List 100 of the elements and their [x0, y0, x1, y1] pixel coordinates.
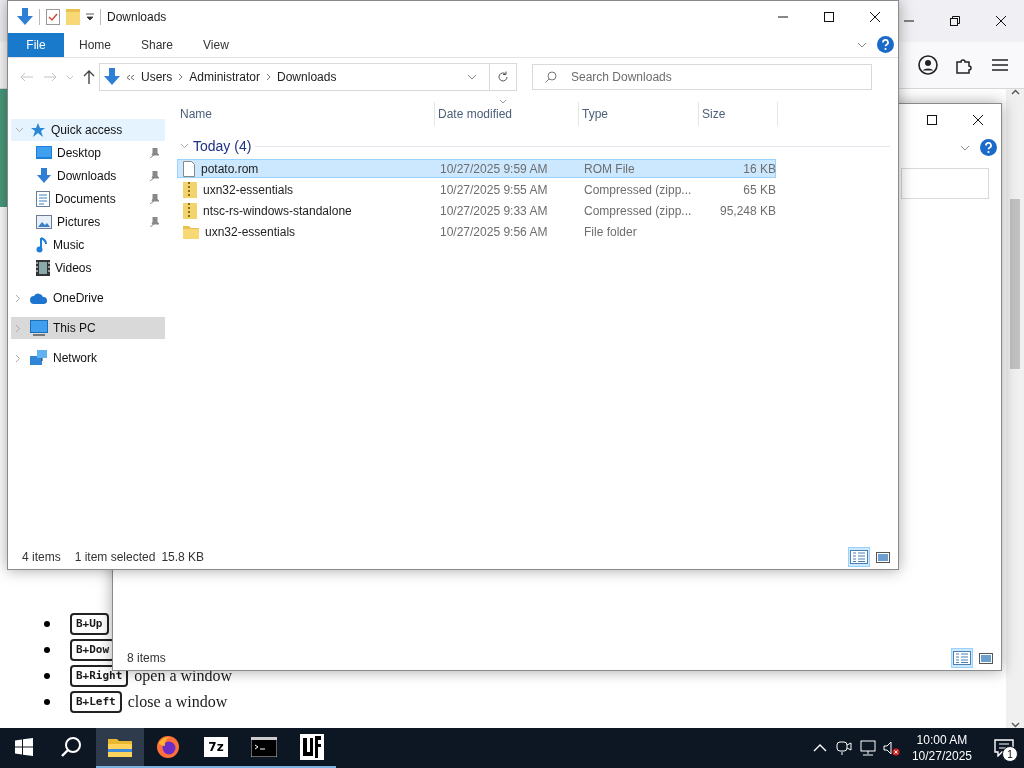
type-cell-text: ROM File — [583, 161, 636, 176]
details-view-button[interactable] — [951, 648, 973, 668]
up-arrow-icon[interactable] — [83, 70, 95, 84]
maximize-icon[interactable] — [824, 11, 834, 22]
help-icon[interactable] — [980, 139, 997, 156]
refresh-icon — [497, 71, 509, 83]
nav-item[interactable]: Music — [11, 234, 165, 256]
search-field[interactable]: Search Downloads — [532, 64, 872, 90]
nav-item[interactable]: Network — [11, 347, 165, 369]
maximize-icon[interactable] — [927, 114, 937, 125]
file-row[interactable]: potato.rom 10/27/2025 9:59 AM ROM File 16 KB — [177, 159, 776, 178]
nav-item[interactable]: Videos — [11, 257, 165, 279]
close-icon[interactable] — [996, 16, 1006, 26]
menu-icon[interactable] — [992, 59, 1008, 71]
item-count: 8 items — [127, 651, 166, 665]
nav-item[interactable]: Pictures — [11, 211, 165, 233]
chevron-right-icon — [178, 73, 184, 81]
dropdown-icon[interactable] — [86, 12, 94, 21]
details-view-icon — [953, 651, 971, 665]
group-header[interactable]: Today (4) — [193, 138, 252, 154]
clock[interactable]: 10:00 AM 10/27/2025 — [903, 732, 984, 764]
column-header[interactable]: Type — [579, 102, 699, 126]
breadcrumb[interactable]: Downloads — [277, 70, 337, 84]
chevron-down-icon[interactable] — [960, 144, 970, 151]
browser-icon — [156, 735, 180, 759]
shortcut-description: close a window — [127, 693, 228, 711]
size-cell-text: 65 KB — [742, 182, 777, 197]
close-icon[interactable] — [870, 11, 880, 22]
help-icon[interactable] — [877, 36, 894, 53]
type-cell-text: Compressed (zipp... — [583, 182, 693, 197]
size-cell-text: 16 KB — [742, 161, 777, 176]
network-icon — [30, 350, 48, 366]
app-logo-icon — [300, 734, 324, 760]
account-icon[interactable] — [918, 55, 938, 75]
file-name: uxn32-essentials — [203, 182, 294, 197]
column-header[interactable]: Date modified — [435, 102, 579, 126]
breadcrumb[interactable]: Users — [141, 70, 173, 84]
nav-item[interactable]: Documents — [11, 188, 165, 210]
double-chevron-icon — [126, 73, 135, 81]
nav-item[interactable]: This PC — [11, 317, 165, 339]
scrollbar-thumb[interactable] — [1010, 198, 1020, 369]
desktop-icon — [36, 146, 52, 160]
nav-item[interactable]: Downloads — [11, 165, 165, 187]
file-name: ntsc-rs-windows-standalone — [203, 203, 352, 218]
column-header[interactable]: Size — [699, 102, 778, 126]
star-icon — [30, 122, 46, 138]
window-title: Downloads — [106, 9, 168, 24]
cloud-icon — [30, 292, 48, 304]
file-name: uxn32-essentials — [205, 224, 296, 239]
restore-icon[interactable] — [950, 16, 960, 26]
details-view-button[interactable] — [848, 547, 870, 567]
document-icon — [36, 191, 50, 207]
scroll-up-icon[interactable] — [1010, 89, 1020, 95]
address-bar[interactable]: Users Administrator Downloads — [99, 63, 490, 91]
folder-app-button[interactable] — [96, 728, 144, 768]
file-row[interactable]: ntsc-rs-windows-standalone 10/27/2025 9:33 AM Compressed (zipp... 95,248 KB — [177, 201, 776, 220]
scroll-down-icon[interactable] — [1010, 722, 1020, 728]
notification-badge: 1 — [1002, 746, 1018, 762]
type-cell-text: File folder — [583, 224, 638, 239]
nav-item[interactable]: Desktop — [11, 142, 165, 164]
file-menu-button[interactable]: File — [8, 32, 64, 57]
close-icon[interactable] — [973, 114, 983, 125]
puzzle-piece-icon[interactable] — [955, 56, 973, 74]
folder-icon — [183, 224, 199, 239]
date-cell-text: 10/27/2025 9:33 AM — [439, 203, 549, 218]
ribbon-tab[interactable]: Home — [64, 32, 126, 57]
shortcut-description: open a window — [134, 667, 233, 685]
checklist-icon[interactable] — [46, 8, 60, 25]
ribbon-tab[interactable]: Share — [126, 32, 189, 57]
date-cell-text: 10/27/2025 9:55 AM — [439, 182, 549, 197]
bullet — [44, 621, 50, 627]
chevron-down-icon[interactable] — [467, 74, 477, 80]
refresh-button[interactable] — [490, 63, 517, 91]
key-label: B+Left — [70, 691, 122, 713]
breadcrumb[interactable]: Administrator — [189, 70, 261, 84]
nav-item[interactable]: Quick access — [11, 119, 165, 141]
muted-volume-icon[interactable] — [883, 740, 901, 756]
search-icon — [61, 736, 83, 758]
notifications-button[interactable]: 1 — [984, 728, 1024, 768]
bullet — [44, 699, 50, 705]
network-icon[interactable] — [858, 740, 877, 756]
camera-icon[interactable] — [835, 740, 852, 756]
column-header[interactable]: Name — [177, 102, 435, 126]
ribbon-tab[interactable]: View — [188, 32, 244, 57]
search-icon — [545, 71, 557, 83]
search-field[interactable] — [901, 167, 989, 199]
nav-item[interactable]: OneDrive — [11, 287, 165, 309]
file-row[interactable]: uxn32-essentials 10/27/2025 9:56 AM File folder — [177, 222, 776, 241]
music-note-icon — [36, 237, 48, 253]
archiver-app-button[interactable]: 7z — [192, 728, 240, 768]
details-view-icon — [850, 550, 868, 564]
chevron-down-icon[interactable] — [857, 41, 867, 48]
chevron-right-icon — [266, 73, 272, 81]
selection-size: 15.8 KB — [161, 550, 205, 564]
bullet — [44, 647, 50, 653]
file-name: potato.rom — [201, 161, 259, 176]
file-row[interactable]: uxn32-essentials 10/27/2025 9:55 AM Compressed (zipp... 65 KB — [177, 180, 776, 199]
scrollbar[interactable] — [1006, 89, 1024, 728]
date-cell-text: 10/27/2025 9:56 AM — [439, 224, 549, 239]
key-label: B+Up — [70, 613, 109, 635]
